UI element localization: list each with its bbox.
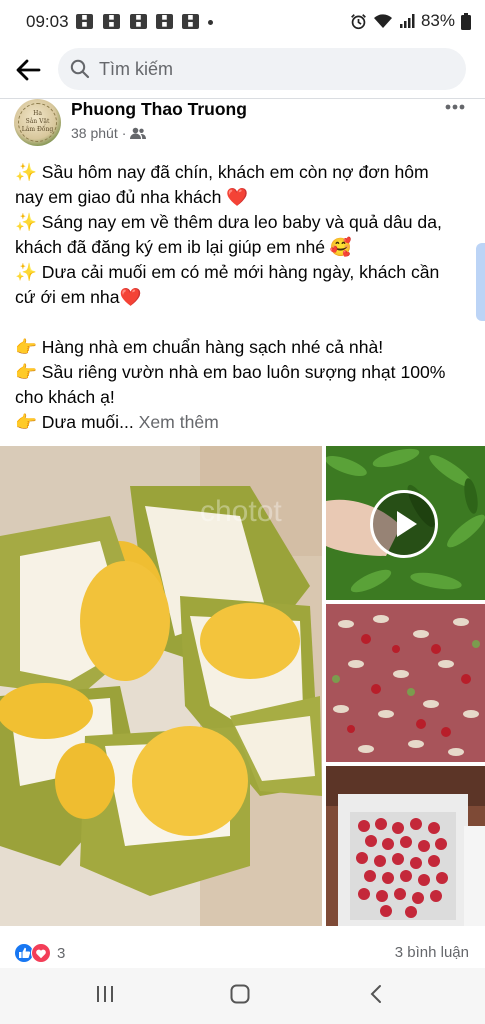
love-reaction-icon [31, 943, 51, 963]
avatar-text-line: Ha [33, 110, 42, 117]
edge-panel-handle[interactable] [476, 243, 485, 321]
avatar-text-line: Lâm Đồng [21, 126, 54, 133]
news-notification-icon: ■ ■ [103, 14, 120, 29]
search-input[interactable]: Tìm kiếm [58, 48, 466, 90]
search-placeholder: Tìm kiếm [99, 59, 173, 79]
search-header: Tìm kiếm [0, 44, 485, 96]
comment-count-link[interactable]: 3 bình luận [395, 944, 469, 961]
alarm-icon [351, 13, 366, 29]
post-text-line: 👉 Sầu riêng vườn nhà em bao luôn sượng n… [15, 362, 446, 382]
reaction-summary[interactable]: 3 [14, 943, 65, 963]
post-photo-beans[interactable] [326, 604, 485, 762]
avatar[interactable]: Ha Sản Vật Lâm Đồng [14, 99, 61, 146]
signal-icon [399, 14, 415, 28]
news-notification-icon: ■ ■ [76, 14, 93, 29]
news-notification-icon: ■ ■ [156, 14, 173, 29]
post-time[interactable]: 38 phút [71, 125, 118, 141]
more-notifications-dot [208, 20, 213, 25]
post-text-line: ✨ Sáng nay em về thêm dưa leo baby và qu… [15, 212, 442, 232]
friends-audience-icon [130, 127, 147, 139]
post-meta: 38 phút · [71, 125, 147, 141]
battery-icon [461, 12, 471, 30]
post-video-cucumbers[interactable] [326, 446, 485, 600]
search-icon [70, 59, 90, 79]
beans-illustration [326, 604, 485, 762]
post-text-line: ✨ Dưa cải muối em có mẻ mới hàng ngày, k… [15, 262, 440, 282]
post-photo-durian[interactable]: chotot [0, 446, 322, 926]
post-text-line: ✨ Sầu hôm nay đã chín, khách em còn nợ đ… [15, 162, 429, 182]
reaction-count: 3 [57, 944, 66, 962]
news-notification-icon: ■ ■ [182, 14, 199, 29]
system-navigation-bar [0, 968, 485, 1024]
more-options-icon[interactable] [445, 104, 465, 110]
post-text-last-line: 👉 Dưa muối... Xem thêm [15, 410, 477, 435]
wifi-icon [373, 14, 392, 28]
post-photo-berries[interactable] [326, 766, 485, 926]
post-text-line: 👉 Hàng nhà em chuẩn hàng sạch nhé cả nhà… [15, 337, 384, 357]
play-icon [397, 511, 417, 537]
post-text-line: cứ ới em nha❤️ [15, 287, 142, 307]
back-arrow-icon[interactable] [14, 56, 42, 84]
news-notification-icon: ■ ■ [130, 14, 147, 29]
post-author-name[interactable]: Phuong Thao Truong [71, 99, 247, 120]
watermark-text: chotot [200, 495, 282, 528]
berries-illustration [326, 766, 485, 926]
post-text-line: khách đã đăng ký em ib lại giúp em nhé 🥰 [15, 237, 352, 257]
back-icon[interactable] [366, 984, 386, 1004]
status-bar: 09:03 ■ ■ ■ ■ ■ ■ ■ ■ ■ ■ 83% [0, 0, 485, 44]
status-time: 09:03 [26, 12, 69, 31]
durian-illustration: chotot [0, 446, 322, 926]
battery-percent: 83% [420, 11, 455, 30]
play-button[interactable] [370, 490, 438, 558]
recent-apps-icon[interactable] [95, 984, 115, 1004]
home-icon[interactable] [230, 984, 250, 1004]
post-text-line: cho khách ạ! [15, 387, 115, 407]
avatar-text-line: Sản Vật [25, 118, 50, 125]
post-text-line: nay em giao đủ nha khách ❤️ [15, 187, 249, 207]
see-more-link[interactable]: Xem thêm [139, 412, 219, 432]
post-text: ✨ Sầu hôm nay đã chín, khách em còn nợ đ… [15, 160, 477, 435]
post-text-truncated: 👉 Dưa muối... [15, 412, 134, 432]
